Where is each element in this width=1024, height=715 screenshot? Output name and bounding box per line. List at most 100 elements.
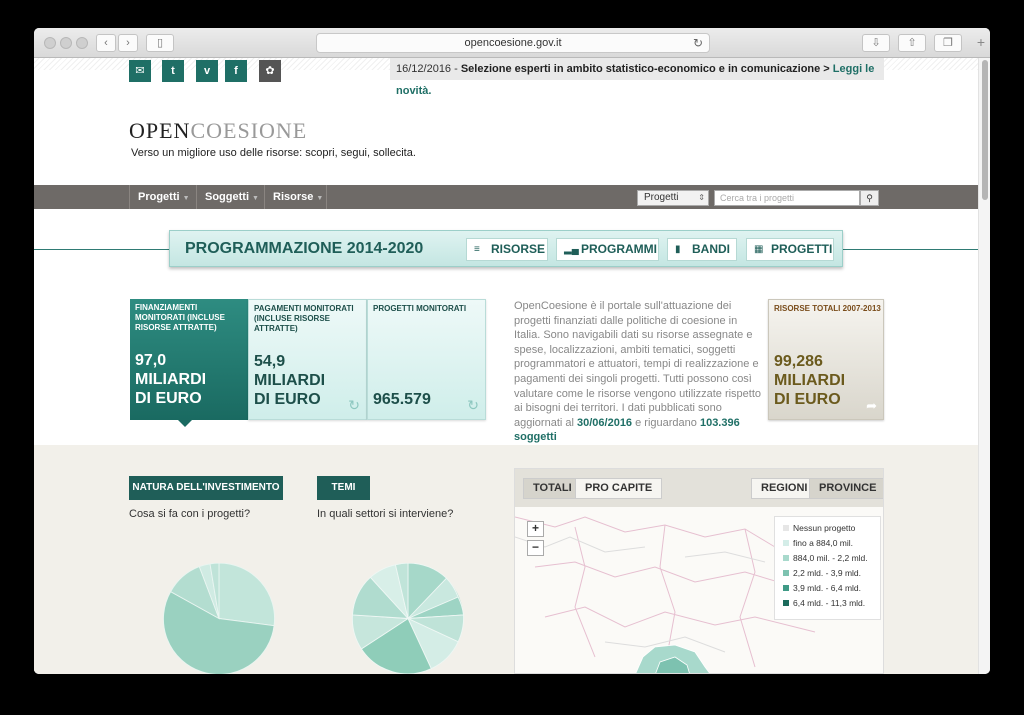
search-scope-select[interactable]: Progetti ⇕ — [637, 190, 709, 206]
pie-slice[interactable] — [218, 563, 275, 627]
forward-arrow-icon[interactable]: › — [118, 34, 138, 52]
logo-part-coesione: COESIONE — [190, 118, 308, 143]
legend-label: fino a 884,0 mil. — [793, 538, 854, 548]
stat-label: RISORSE TOTALI 2007-2013 — [774, 304, 881, 313]
legend-swatch — [783, 555, 789, 561]
search-input[interactable]: Cerca tra i progetti — [714, 190, 860, 206]
address-bar[interactable]: opencoesione.gov.it ↻ — [316, 33, 710, 53]
caret-down-icon: ▼ — [252, 195, 259, 202]
natura-pie-chart[interactable] — [157, 563, 281, 674]
bookmark-icon: ▮ — [675, 244, 681, 255]
share-arrow-icon[interactable]: ➦ — [866, 398, 877, 414]
page-scrollbar[interactable] — [978, 58, 990, 674]
twitter-icon[interactable]: t — [162, 60, 184, 82]
legend-swatch — [783, 525, 789, 531]
progetti-label: PROGETTI — [771, 242, 833, 256]
share-icon[interactable]: ⇧ — [898, 34, 926, 52]
description-text: OpenCoesione è il portale sull'attuazion… — [514, 300, 762, 429]
legend-swatch — [783, 585, 789, 591]
vimeo-icon[interactable]: v — [196, 60, 218, 82]
new-tab-icon[interactable]: + — [972, 34, 990, 58]
search-scope-value: Progetti — [644, 192, 679, 203]
close-window-button[interactable] — [44, 37, 56, 49]
mail-icon[interactable]: ✉ — [129, 60, 151, 82]
description-date: 30/06/2016 — [577, 416, 633, 429]
nav-item-label: Risorse — [273, 191, 314, 203]
sidebar-toggle-icon[interactable]: ▯ — [146, 34, 174, 52]
main-navbar: Progetti ▼ Soggetti ▼ Risorse ▼ Progetti ⇕ C… — [34, 185, 978, 209]
programmazione-title: PROGRAMMAZIONE 2014-2020 — [185, 240, 424, 257]
stat-value-unit: MILIARDI — [135, 371, 207, 388]
risorse-button[interactable]: ≡ RISORSE — [466, 238, 548, 261]
legend-item: 884,0 mil. - 2,2 mld. — [783, 551, 872, 566]
tab-province[interactable]: PROVINCE — [809, 478, 883, 499]
programmi-button[interactable]: ▂▄ PROGRAMMI — [556, 238, 659, 261]
map-legend: Nessun progetto fino a 884,0 mil. 884,0 … — [774, 516, 881, 620]
zoom-in-button[interactable]: + — [527, 521, 544, 537]
tab-regioni[interactable]: REGIONI — [751, 478, 818, 499]
temi-question: In quali settori si interviene? — [317, 508, 454, 520]
refresh-icon[interactable]: ↻ — [467, 397, 479, 414]
browser-window: ‹ › ▯ opencoesione.gov.it ↻ ⇩ ⇧ ❐ + ✉ t … — [34, 28, 990, 674]
programmi-label: PROGRAMMI — [581, 242, 657, 256]
notice-date: 16/12/2016 - — [396, 63, 461, 75]
stat-value-number: 97,0 — [135, 352, 167, 369]
zoom-window-button[interactable] — [76, 37, 88, 49]
search-icon[interactable]: ⚲ — [860, 190, 879, 206]
caret-down-icon: ▼ — [182, 195, 190, 202]
tabs-overview-icon[interactable]: ❐ — [934, 34, 962, 52]
tab-pro-capite[interactable]: PRO CAPITE — [575, 478, 663, 499]
stat-value-number: 54,9 — [254, 353, 286, 370]
select-arrows-icon: ⇕ — [698, 193, 705, 202]
programmazione-band: PROGRAMMAZIONE 2014-2020 ≡ RISORSE ▂▄ PROG… — [169, 230, 843, 267]
nav-item-risorse[interactable]: Risorse ▼ — [264, 185, 327, 209]
stat-pagamenti[interactable]: PAGAMENTI MONITORATI (INCLUSE RISORSE AT… — [248, 299, 367, 420]
stat-value-unit: DI EURO — [774, 391, 841, 408]
back-arrow-icon[interactable]: ‹ — [96, 34, 116, 52]
award-icon[interactable]: ✿ — [259, 60, 281, 82]
bar-chart-icon: ▂▄ — [564, 244, 579, 255]
scrollbar-thumb[interactable] — [982, 60, 988, 200]
reload-icon[interactable]: ↻ — [693, 34, 703, 52]
logo-part-open: OPEN — [129, 118, 191, 143]
natura-tag[interactable]: NATURA DELL'INVESTIMENTO — [129, 476, 283, 500]
bandi-button[interactable]: ▮ BANDI — [667, 238, 737, 261]
nav-item-soggetti[interactable]: Soggetti ▼ — [196, 185, 264, 209]
legend-label: Nessun progetto — [793, 523, 856, 533]
active-pointer — [178, 420, 192, 427]
temi-pie-chart[interactable] — [346, 563, 470, 674]
risorse-label: RISORSE — [491, 242, 546, 256]
map-controls-bar: TOTALI PRO CAPITE REGIONI PROVINCE — [515, 469, 883, 507]
stat-label: PAGAMENTI MONITORATI (INCLUSE RISORSE AT… — [254, 304, 354, 333]
news-notice: 16/12/2016 - Selezione esperti in ambito… — [390, 58, 884, 97]
legend-swatch — [783, 540, 789, 546]
stat-label: FINANZIAMENTI MONITORATI (INCLUSE RISORS… — [135, 303, 225, 332]
facebook-icon[interactable]: f — [225, 60, 247, 82]
legend-item: 6,4 mld. - 11,3 mld. — [783, 596, 872, 611]
zoom-out-button[interactable]: − — [527, 540, 544, 556]
legend-item: Nessun progetto — [783, 521, 872, 536]
url-text: opencoesione.gov.it — [464, 37, 562, 49]
stat-value-unit: DI EURO — [254, 391, 321, 408]
tab-totali[interactable]: TOTALI — [523, 478, 582, 499]
stat-finanziamenti[interactable]: FINANZIAMENTI MONITORATI (INCLUSE RISORS… — [130, 299, 248, 420]
nav-item-progetti[interactable]: Progetti ▼ — [129, 185, 196, 209]
stat-risorse-totali[interactable]: RISORSE TOTALI 2007-2013 99,286 MILIARDI… — [768, 299, 884, 420]
bandi-label: BANDI — [692, 242, 730, 256]
stat-value-unit: MILIARDI — [254, 372, 326, 389]
minimize-window-button[interactable] — [60, 37, 72, 49]
nav-item-label: Progetti — [138, 191, 180, 203]
legend-item: fino a 884,0 mil. — [783, 536, 872, 551]
progetti-button[interactable]: ▦ PROGETTI — [746, 238, 834, 261]
download-icon[interactable]: ⇩ — [862, 34, 890, 52]
temi-tag[interactable]: TEMI — [317, 476, 370, 500]
browser-toolbar: ‹ › ▯ opencoesione.gov.it ↻ ⇩ ⇧ ❐ + — [34, 28, 990, 58]
stat-progetti[interactable]: PROGETTI MONITORATI 965.579 ↻ — [367, 299, 486, 420]
web-page: ✉ t v f ✿ 16/12/2016 - Selezione esperti… — [34, 58, 978, 674]
natura-question: Cosa si fa con i progetti? — [129, 508, 251, 520]
refresh-icon[interactable]: ↻ — [348, 397, 360, 414]
site-logo[interactable]: OPENCOESIONE — [129, 118, 307, 144]
description-middle: e riguardano — [632, 416, 700, 429]
legend-label: 6,4 mld. - 11,3 mld. — [793, 598, 866, 608]
italy-map[interactable]: TOTALI PRO CAPITE REGIONI PROVINCE + − N… — [514, 468, 884, 674]
